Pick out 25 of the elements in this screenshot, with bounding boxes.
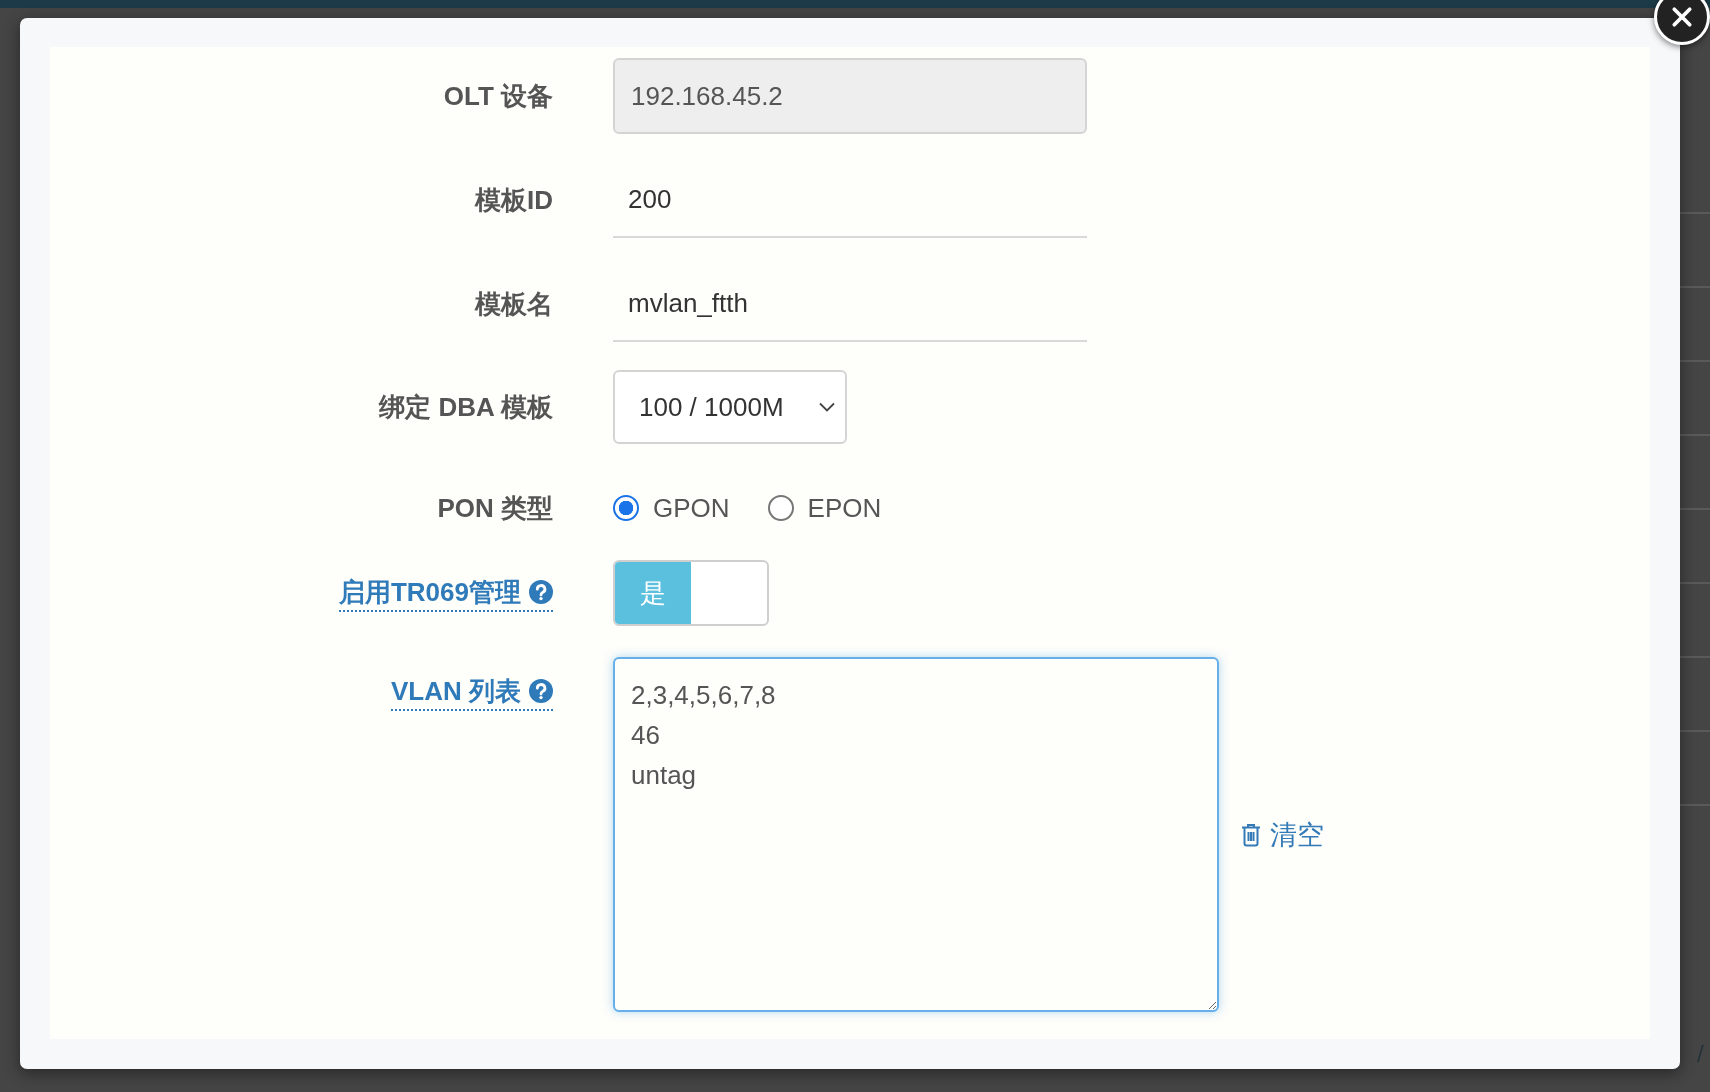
field-label: 模板名 xyxy=(475,288,553,321)
field-label: 启用TR069管理 xyxy=(338,576,521,609)
readonly-field[interactable]: 192.168.45.2 xyxy=(613,58,1087,134)
radio-button[interactable] xyxy=(767,495,794,521)
radio-button[interactable] xyxy=(613,495,639,521)
trash-icon xyxy=(1241,822,1261,847)
background-text: / xyxy=(1697,1040,1704,1068)
dropdown[interactable]: 100 / 1000M xyxy=(613,370,847,444)
text-field[interactable]: 200 xyxy=(613,162,1087,238)
field-label: PON 类型 xyxy=(437,492,553,525)
text-field[interactable]: mvlan_ftth xyxy=(613,266,1087,342)
help-icon[interactable] xyxy=(529,679,553,703)
clear-link[interactable]: 清空 xyxy=(1241,816,1324,853)
field-label: OLT 设备 xyxy=(443,80,553,113)
field-label: VLAN 列表 xyxy=(391,675,521,708)
chevron-down-icon xyxy=(819,402,835,412)
help-icon[interactable] xyxy=(529,580,553,604)
field-label: 模板ID xyxy=(475,184,553,217)
vlan-textarea[interactable]: 2,3,4,5,6,7,8 46 untag xyxy=(613,657,1219,1012)
close-icon xyxy=(1671,6,1693,28)
radio-label[interactable]: GPON xyxy=(653,492,730,524)
close-button[interactable] xyxy=(1654,0,1710,45)
dropdown-value: 100 / 1000M xyxy=(639,391,784,423)
radio-label[interactable]: EPON xyxy=(807,492,882,524)
field-label: 绑定 DBA 模板 xyxy=(379,391,553,424)
